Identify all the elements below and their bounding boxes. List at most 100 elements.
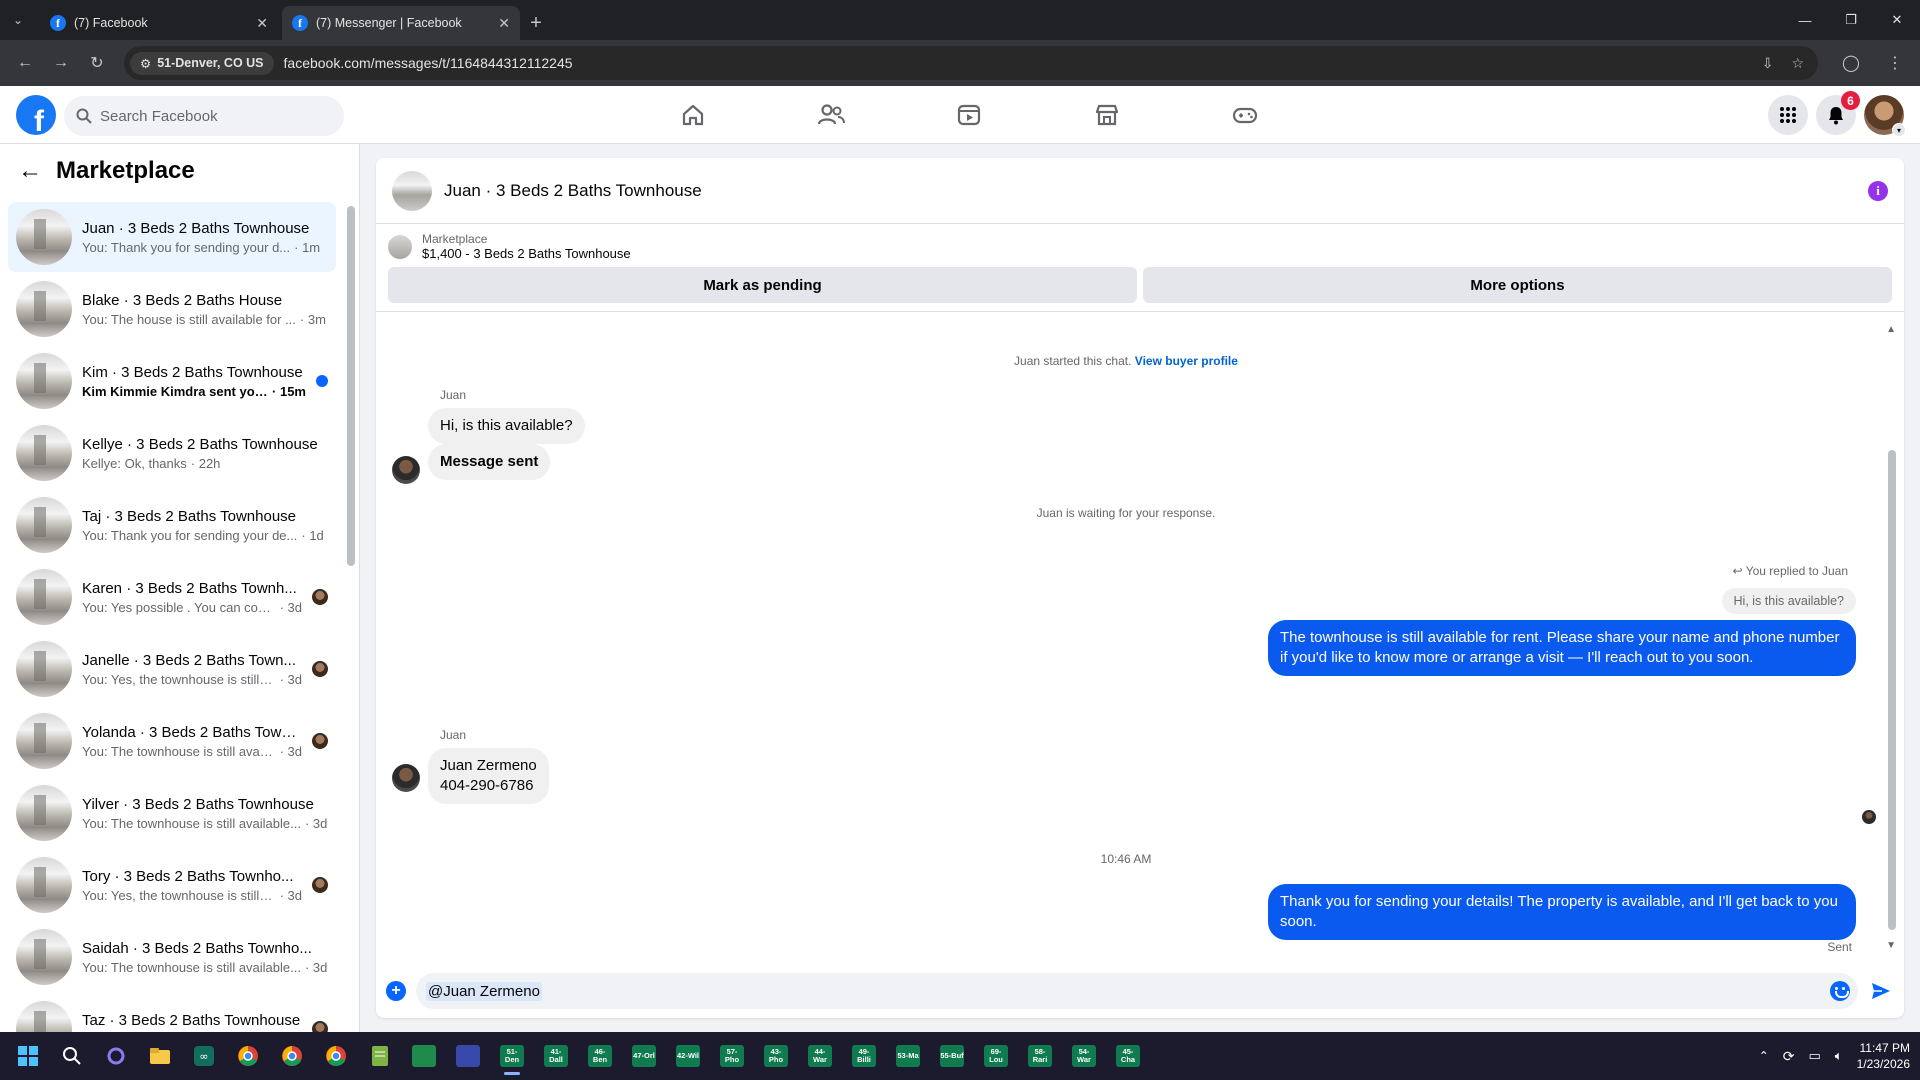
menu-grid-icon[interactable] <box>1768 95 1808 135</box>
app-tile-icon[interactable] <box>448 1036 488 1076</box>
volume-icon[interactable]: 🔈︎ <box>1835 1048 1843 1064</box>
conversation-item[interactable]: Yolanda · 3 Beds 2 Baths Town... You: The… <box>8 706 336 776</box>
reply-quote[interactable]: Hi, is this available? <box>1721 588 1856 614</box>
incoming-message[interactable]: Hi, is this available? <box>428 408 585 444</box>
add-attachment-icon[interactable]: + <box>386 981 406 1001</box>
back-arrow-icon[interactable]: ← <box>18 157 42 185</box>
back-arrow-icon[interactable]: ← <box>10 48 40 78</box>
search-input[interactable]: Search Facebook <box>64 96 344 136</box>
chat-scrollbar[interactable] <box>1888 330 1896 950</box>
conversation-item[interactable]: Kim · 3 Beds 2 Baths Townhouse Kim Kimmie… <box>8 346 336 416</box>
clock[interactable]: 11:47 PM 1/23/2026 <box>1857 1040 1910 1072</box>
kebab-menu-icon[interactable]: ⋮ <box>1880 48 1910 78</box>
scroll-down-arrow-icon[interactable]: ▼ <box>1886 940 1896 951</box>
install-app-icon[interactable]: ⇩ <box>1762 55 1774 72</box>
taskbar-app[interactable]: 45-Cha <box>1108 1036 1148 1076</box>
conversation-item[interactable]: Tory · 3 Beds 2 Baths Townho... You: Yes,… <box>8 850 336 920</box>
nav-marketplace-icon[interactable] <box>1038 86 1176 144</box>
sender-avatar[interactable] <box>392 764 420 792</box>
message-thread: Juan started this chat. View buyer profi… <box>376 158 1904 804</box>
chrome-icon[interactable] <box>228 1036 268 1076</box>
new-tab-button[interactable]: + <box>520 6 552 40</box>
taskbar-app[interactable]: 49-Billi <box>844 1036 884 1076</box>
incoming-message[interactable]: Juan Zermeno 404-290-6786 <box>428 748 549 804</box>
close-tab-icon[interactable]: ✕ <box>256 15 268 32</box>
bookmark-star-icon[interactable]: ☆ <box>1791 55 1804 72</box>
profile-icon[interactable]: ◯ <box>1836 48 1866 78</box>
conversation-item[interactable]: Saidah · 3 Beds 2 Baths Townho... You: Th… <box>8 922 336 992</box>
file-explorer-icon[interactable] <box>140 1036 180 1076</box>
view-buyer-profile-link[interactable]: View buyer profile <box>1135 354 1238 368</box>
taskbar-app[interactable]: 41-Dall <box>536 1036 576 1076</box>
network-icon[interactable]: ▭ <box>1809 1048 1821 1064</box>
chevron-up-icon[interactable]: ⌃ <box>1759 1049 1769 1063</box>
browser-tab-facebook[interactable]: f (7) Facebook ✕ <box>40 6 278 40</box>
notepad-icon[interactable] <box>360 1036 400 1076</box>
tune-icon: ⚙ <box>140 56 152 71</box>
cortana-icon[interactable] <box>96 1036 136 1076</box>
conversation-text: Kellye · 3 Beds 2 Baths Townhouse Kellye:… <box>82 436 328 471</box>
taskbar-app[interactable]: 51-Den <box>492 1036 532 1076</box>
conversation-time: · 1d <box>301 527 324 543</box>
forward-arrow-icon[interactable]: → <box>46 48 76 78</box>
facebook-logo-icon[interactable]: f <box>16 95 56 135</box>
url-text[interactable]: facebook.com/messages/t/1164844312112245 <box>284 55 1752 71</box>
taskbar-app[interactable]: 44-War <box>800 1036 840 1076</box>
address-bar[interactable]: ⚙ 51-Denver, CO US facebook.com/messages… <box>124 46 1818 80</box>
taskbar-app[interactable]: 54-War <box>1064 1036 1104 1076</box>
reload-icon[interactable]: ↻ <box>82 48 112 78</box>
taskbar-app[interactable]: 53-Ma <box>888 1036 928 1076</box>
scrollbar-thumb[interactable] <box>347 206 355 566</box>
app-tile-icon[interactable] <box>404 1036 444 1076</box>
message-input[interactable]: @Juan Zermeno <box>416 973 1858 1009</box>
app-infinity-icon[interactable]: ∞ <box>184 1036 224 1076</box>
nav-gaming-icon[interactable] <box>1176 86 1314 144</box>
restore-icon[interactable]: ❐ <box>1828 0 1874 40</box>
conversation-item[interactable]: Juan · 3 Beds 2 Baths Townhouse You: Than… <box>8 202 336 272</box>
taskbar-app[interactable]: 43-Pho <box>756 1036 796 1076</box>
conversation-item[interactable]: Taz · 3 Beds 2 Baths TownhouseYou: Yes, … <box>8 994 336 1032</box>
scrollbar-thumb[interactable] <box>1888 450 1896 930</box>
conversation-item[interactable]: Kellye · 3 Beds 2 Baths Townhouse Kellye:… <box>8 418 336 488</box>
nav-home-icon[interactable] <box>624 86 762 144</box>
browser-tab-messenger[interactable]: f (7) Messenger | Facebook ✕ <box>282 6 520 40</box>
tab-search-chevron-icon[interactable]: ⌄ <box>0 0 36 40</box>
conversation-item[interactable]: Taj · 3 Beds 2 Baths Townhouse You: Thank… <box>8 490 336 560</box>
nav-video-icon[interactable] <box>900 86 1038 144</box>
contact-phone: 404-290-6786 <box>440 777 534 794</box>
mention-token[interactable]: @Juan Zermeno <box>426 981 542 1001</box>
taskbar-app[interactable]: 58-Rari <box>1020 1036 1060 1076</box>
nav-friends-icon[interactable] <box>762 86 900 144</box>
outgoing-message[interactable]: Thank you for sending your details! The … <box>1268 884 1856 940</box>
conversation-item[interactable]: Blake · 3 Beds 2 Baths House You: The hou… <box>8 274 336 344</box>
taskbar-app[interactable]: 46-Ben <box>580 1036 620 1076</box>
incoming-message[interactable]: Message sent <box>428 444 551 480</box>
conversation-item[interactable]: Yilver · 3 Beds 2 Baths Townhouse You: Th… <box>8 778 336 848</box>
close-tab-icon[interactable]: ✕ <box>498 15 510 32</box>
sender-avatar[interactable] <box>392 456 420 484</box>
taskbar-app[interactable]: 69-Lou <box>976 1036 1016 1076</box>
minimize-icon[interactable]: — <box>1782 0 1828 40</box>
notifications-bell-icon[interactable]: 6 <box>1816 91 1860 135</box>
taskbar-app[interactable]: 42-Wil <box>668 1036 708 1076</box>
taskbar-app[interactable]: 57-Pho <box>712 1036 752 1076</box>
emoji-icon[interactable] <box>1830 981 1850 1001</box>
conversation-item[interactable]: Karen · 3 Beds 2 Baths Townh... You: Yes … <box>8 562 336 632</box>
close-window-icon[interactable]: ✕ <box>1874 0 1920 40</box>
scroll-up-arrow-icon[interactable]: ▲ <box>1886 324 1896 335</box>
send-icon[interactable] <box>1868 978 1894 1004</box>
location-chip[interactable]: ⚙ 51-Denver, CO US <box>130 51 274 75</box>
account-avatar[interactable]: ▾ <box>1864 95 1906 137</box>
taskbar-app[interactable]: 47-Orl <box>624 1036 664 1076</box>
sync-icon[interactable]: ⟳ <box>1783 1048 1795 1065</box>
outgoing-message[interactable]: The townhouse is still available for ren… <box>1268 620 1856 676</box>
conversation-item[interactable]: Janelle · 3 Beds 2 Baths Town... You: Yes… <box>8 634 336 704</box>
taskbar-search-icon[interactable] <box>52 1036 92 1076</box>
chrome-profile-icon[interactable] <box>272 1036 312 1076</box>
app-tile-label: 57-Pho <box>720 1045 744 1067</box>
sidebar-scrollbar[interactable] <box>347 194 355 1024</box>
seen-avatar <box>312 661 328 677</box>
chrome-profile-icon[interactable] <box>316 1036 356 1076</box>
windows-start-icon[interactable] <box>8 1036 48 1076</box>
taskbar-app[interactable]: 55-Buf <box>932 1036 972 1076</box>
